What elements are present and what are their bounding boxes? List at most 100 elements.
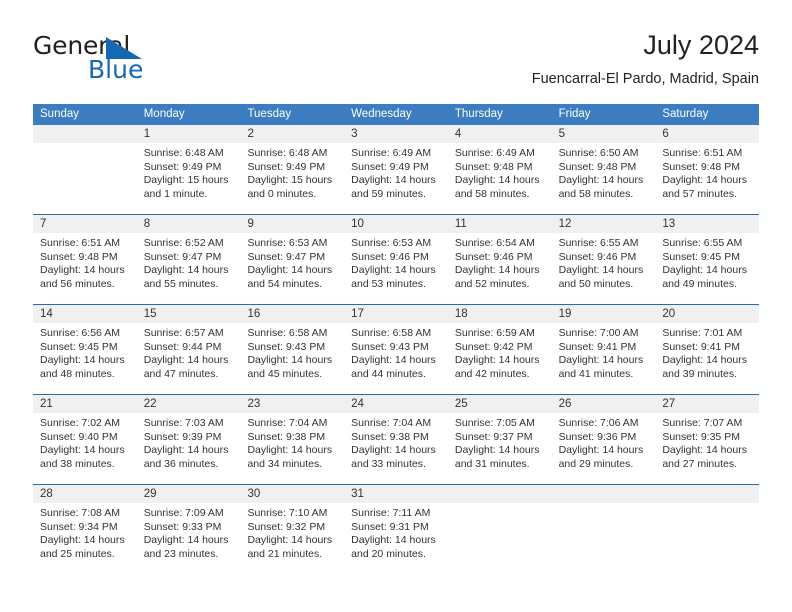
daylight-text-line1: Daylight: 15 hours [247, 174, 333, 187]
day-cell[interactable]: Sunrise: 6:52 AM Sunset: 9:47 PM Dayligh… [137, 233, 241, 304]
day-number-strip: 7 8 9 10 11 12 13 [33, 215, 759, 233]
day-cell[interactable]: Sunrise: 6:54 AM Sunset: 9:46 PM Dayligh… [448, 233, 552, 304]
sunset-text: Sunset: 9:48 PM [40, 250, 118, 263]
day-cell[interactable]: Sunrise: 6:56 AM Sunset: 9:45 PM Dayligh… [33, 323, 137, 394]
daylight-text-line2: and 47 minutes. [143, 367, 219, 380]
day-number-strip: 14 15 16 17 18 19 20 [33, 305, 759, 323]
day-cell[interactable]: Sunrise: 7:04 AM Sunset: 9:38 PM Dayligh… [240, 413, 344, 484]
sunset-text: Sunset: 9:43 PM [247, 340, 326, 353]
day-cell[interactable]: Sunrise: 6:50 AM Sunset: 9:48 PM Dayligh… [552, 143, 656, 214]
day-cell[interactable] [552, 503, 656, 574]
day-cell[interactable]: Sunrise: 6:48 AM Sunset: 9:49 PM Dayligh… [137, 143, 241, 214]
day-number [448, 485, 552, 503]
sunset-text: Sunset: 9:39 PM [143, 430, 222, 443]
sunrise-text: Sunrise: 7:05 AM [454, 417, 535, 429]
day-number: 17 [351, 308, 364, 320]
sunset-text: Sunset: 9:46 PM [351, 250, 429, 263]
daylight-text-line1: Daylight: 14 hours [247, 444, 333, 457]
day-number: 15 [143, 308, 157, 320]
daylight-text-line1: Daylight: 14 hours [40, 264, 125, 277]
daylight-text-line1: Daylight: 14 hours [40, 444, 125, 457]
day-cell[interactable] [33, 143, 137, 214]
daylight-text-line1: Daylight: 14 hours [454, 444, 540, 457]
daylight-text-line1: Daylight: 14 hours [662, 444, 747, 457]
sunset-text: Sunset: 9:45 PM [662, 250, 740, 263]
day-cell[interactable] [655, 503, 759, 574]
day-cell[interactable]: Sunrise: 7:08 AM Sunset: 9:34 PM Dayligh… [33, 503, 137, 574]
sunset-text: Sunset: 9:48 PM [454, 160, 533, 173]
day-cell[interactable]: Sunrise: 7:10 AM Sunset: 9:32 PM Dayligh… [240, 503, 344, 574]
day-cell[interactable]: Sunrise: 6:57 AM Sunset: 9:44 PM Dayligh… [137, 323, 241, 394]
day-number: 14 [40, 308, 53, 320]
sunrise-text: Sunrise: 6:52 AM [143, 237, 224, 249]
day-number: 23 [247, 398, 261, 410]
day-cell[interactable]: Sunrise: 6:48 AM Sunset: 9:49 PM Dayligh… [240, 143, 344, 214]
day-cell[interactable]: Sunrise: 6:49 AM Sunset: 9:49 PM Dayligh… [344, 143, 448, 214]
day-number: 18 [454, 308, 468, 320]
day-detail-strip: Sunrise: 6:48 AM Sunset: 9:49 PM Dayligh… [33, 143, 759, 214]
daylight-text-line2: and 23 minutes. [143, 547, 219, 560]
daylight-text-line1: Daylight: 14 hours [558, 444, 644, 457]
daylight-text-line1: Daylight: 14 hours [143, 264, 229, 277]
day-cell[interactable]: Sunrise: 7:01 AM Sunset: 9:41 PM Dayligh… [655, 323, 759, 394]
sunrise-text: Sunrise: 6:49 AM [351, 147, 432, 159]
sunset-text: Sunset: 9:34 PM [40, 520, 118, 533]
sunset-text: Sunset: 9:45 PM [40, 340, 118, 353]
day-cell[interactable] [448, 503, 552, 574]
weekday-header-sunday: Sunday [40, 108, 80, 120]
day-number: 16 [247, 308, 261, 320]
day-number [552, 485, 656, 503]
day-number [655, 485, 759, 503]
general-blue-logo[interactable]: General Blue [33, 32, 273, 88]
sunset-text: Sunset: 9:47 PM [247, 250, 326, 263]
sunset-text: Sunset: 9:49 PM [247, 160, 326, 173]
day-cell[interactable]: Sunrise: 6:59 AM Sunset: 9:42 PM Dayligh… [448, 323, 552, 394]
sunrise-text: Sunrise: 7:03 AM [143, 417, 224, 429]
sunrise-text: Sunrise: 6:56 AM [40, 327, 120, 339]
day-cell[interactable]: Sunrise: 7:06 AM Sunset: 9:36 PM Dayligh… [552, 413, 656, 484]
day-cell[interactable]: Sunrise: 6:55 AM Sunset: 9:46 PM Dayligh… [552, 233, 656, 304]
day-cell[interactable]: Sunrise: 7:07 AM Sunset: 9:35 PM Dayligh… [655, 413, 759, 484]
daylight-text-line2: and 53 minutes. [351, 277, 426, 290]
day-cell[interactable]: Sunrise: 7:09 AM Sunset: 9:33 PM Dayligh… [137, 503, 241, 574]
sunset-text: Sunset: 9:49 PM [351, 160, 429, 173]
daylight-text-line2: and 29 minutes. [558, 457, 634, 470]
day-number: 11 [454, 218, 467, 230]
day-cell[interactable]: Sunrise: 7:02 AM Sunset: 9:40 PM Dayligh… [33, 413, 137, 484]
sunrise-text: Sunrise: 7:07 AM [662, 417, 743, 429]
day-number: 22 [143, 398, 157, 410]
sunrise-text: Sunrise: 7:04 AM [351, 417, 432, 429]
day-cell[interactable]: Sunrise: 6:53 AM Sunset: 9:46 PM Dayligh… [344, 233, 448, 304]
day-cell[interactable]: Sunrise: 7:11 AM Sunset: 9:31 PM Dayligh… [344, 503, 448, 574]
calendar-page: General Blue July 2024 Fuencarral-El Par… [0, 0, 792, 612]
sunrise-text: Sunrise: 7:00 AM [558, 327, 639, 339]
sunset-text: Sunset: 9:41 PM [662, 340, 740, 353]
daylight-text-line1: Daylight: 14 hours [247, 354, 333, 367]
daylight-text-line2: and 45 minutes. [247, 367, 323, 380]
day-cell[interactable]: Sunrise: 6:55 AM Sunset: 9:45 PM Dayligh… [655, 233, 759, 304]
sunrise-text: Sunrise: 6:53 AM [351, 237, 432, 249]
day-cell[interactable]: Sunrise: 6:53 AM Sunset: 9:47 PM Dayligh… [240, 233, 344, 304]
day-number: 26 [558, 398, 572, 410]
week-row: 7 8 9 10 11 12 13 Sunrise: 6:51 AM Sunse… [33, 214, 759, 304]
day-cell[interactable]: Sunrise: 6:49 AM Sunset: 9:48 PM Dayligh… [448, 143, 552, 214]
daylight-text-line2: and 38 minutes. [40, 457, 115, 470]
day-cell[interactable]: Sunrise: 7:04 AM Sunset: 9:38 PM Dayligh… [344, 413, 448, 484]
sunrise-text: Sunrise: 6:58 AM [351, 327, 432, 339]
day-cell[interactable]: Sunrise: 6:58 AM Sunset: 9:43 PM Dayligh… [240, 323, 344, 394]
day-cell[interactable]: Sunrise: 7:03 AM Sunset: 9:39 PM Dayligh… [137, 413, 241, 484]
daylight-text-line2: and 44 minutes. [351, 367, 426, 380]
page-subtitle: Fuencarral-El Pardo, Madrid, Spain [531, 71, 759, 87]
sunrise-text: Sunrise: 7:04 AM [247, 417, 328, 429]
day-cell[interactable]: Sunrise: 6:51 AM Sunset: 9:48 PM Dayligh… [655, 143, 759, 214]
day-cell[interactable]: Sunrise: 6:58 AM Sunset: 9:43 PM Dayligh… [344, 323, 448, 394]
day-cell[interactable]: Sunrise: 7:05 AM Sunset: 9:37 PM Dayligh… [448, 413, 552, 484]
daylight-text-line1: Daylight: 14 hours [558, 174, 644, 187]
daylight-text-line1: Daylight: 14 hours [662, 264, 747, 277]
day-cell[interactable]: Sunrise: 6:51 AM Sunset: 9:48 PM Dayligh… [33, 233, 137, 304]
day-number: 28 [40, 488, 53, 500]
sunset-text: Sunset: 9:38 PM [351, 430, 429, 443]
daylight-text-line1: Daylight: 14 hours [143, 444, 229, 457]
day-cell[interactable]: Sunrise: 7:00 AM Sunset: 9:41 PM Dayligh… [552, 323, 656, 394]
sunset-text: Sunset: 9:40 PM [40, 430, 118, 443]
